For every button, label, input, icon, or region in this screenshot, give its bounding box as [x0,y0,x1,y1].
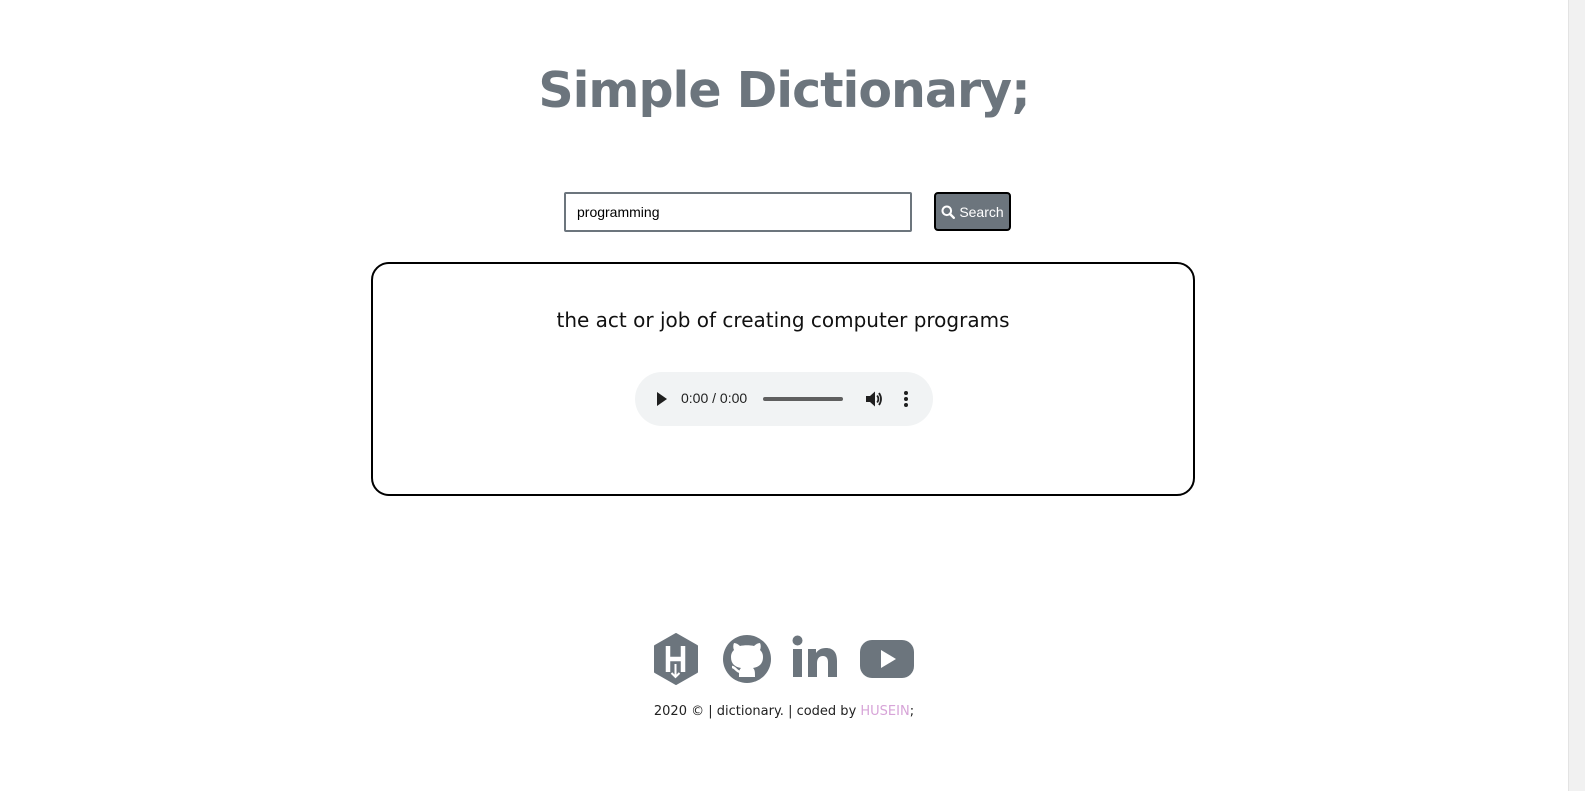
page-scrollbar[interactable] [1568,0,1585,791]
result-card: the act or job of creating computer prog… [371,262,1195,496]
footer-copyright: 2020 © | dictionary. | coded by [653,704,861,719]
hashnode-link[interactable] [652,632,700,690]
audio-time: 0:00 / 0:00 [681,390,748,406]
linkedin-icon [792,635,837,677]
search-button[interactable]: Search [934,192,1011,231]
more-options-icon[interactable] [901,390,911,408]
page-title: Simple Dictionary; [538,62,1030,119]
linkedin-link[interactable] [792,635,838,683]
search-icon [941,205,956,219]
github-icon [723,635,771,683]
audio-progress-bar[interactable] [763,397,843,401]
social-links [0,632,1568,686]
hashnode-icon [654,633,698,685]
youtube-icon [860,640,914,678]
github-link[interactable] [722,634,772,688]
volume-icon[interactable] [865,390,883,408]
footer-suffix: ; [909,704,915,719]
definition-text: the act or job of creating computer prog… [556,308,1010,332]
search-button-label: Search [959,203,1004,220]
page: Simple Dictionary; Search the act or job… [0,0,1568,791]
play-icon[interactable] [655,391,669,407]
audio-player[interactable]: 0:00 / 0:00 [635,372,933,426]
author-link[interactable]: HUSEIN [860,704,909,719]
search-input[interactable] [564,192,912,232]
footer: 2020 © | dictionary. | coded by HUSEIN; [0,704,1568,719]
youtube-link[interactable] [859,639,915,683]
